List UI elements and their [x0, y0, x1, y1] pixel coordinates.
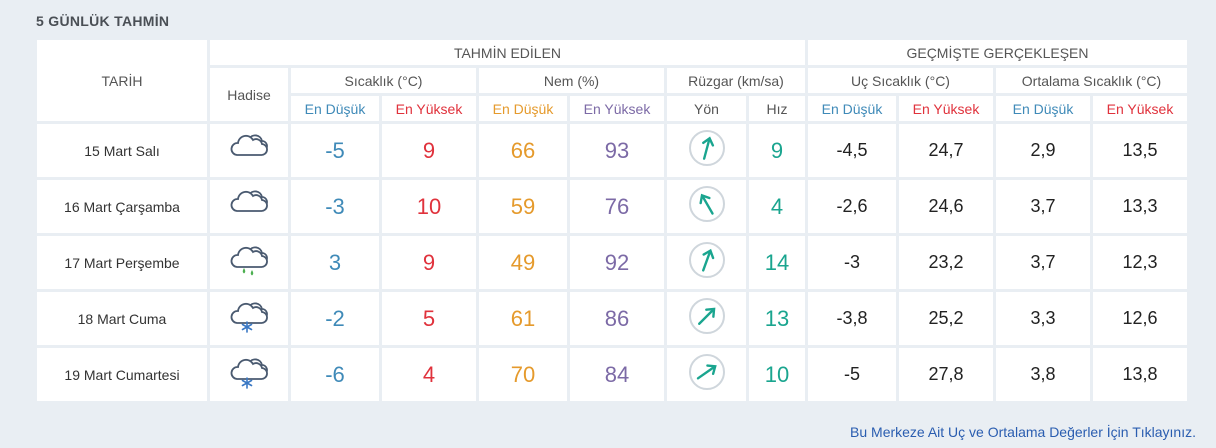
weather-cell — [210, 348, 288, 401]
temp-high: 5 — [382, 292, 476, 345]
header-ruzgar: Rüzgar (km/sa) — [667, 68, 805, 93]
weather-cell — [210, 124, 288, 177]
header-ortalama-en-dusuk: En Düşük — [996, 96, 1090, 121]
average-low: 3,3 — [996, 292, 1090, 345]
extreme-high: 24,6 — [899, 180, 993, 233]
wind-direction-cell — [667, 348, 746, 401]
snow-icon — [225, 297, 273, 340]
average-high: 13,5 — [1093, 124, 1187, 177]
forecast-table: TARİH TAHMİN EDİLEN GEÇMİŞTE GERÇEKLEŞEN… — [34, 37, 1190, 404]
header-nem: Nem (%) — [479, 68, 664, 93]
wind-direction-cell — [667, 124, 746, 177]
extreme-high: 25,2 — [899, 292, 993, 345]
temp-high: 9 — [382, 124, 476, 177]
temp-low: -6 — [291, 348, 379, 401]
wind-direction-icon — [687, 184, 727, 229]
row-date: 19 Mart Cumartesi — [37, 348, 207, 401]
temp-high: 10 — [382, 180, 476, 233]
snow-icon — [225, 353, 273, 396]
wind-speed: 14 — [749, 236, 805, 289]
wind-speed: 13 — [749, 292, 805, 345]
temp-high: 9 — [382, 236, 476, 289]
wind-direction-cell — [667, 292, 746, 345]
header-tahmin-edilen: TAHMİN EDİLEN — [210, 40, 805, 65]
header-tarih: TARİH — [37, 40, 207, 121]
average-high: 13,3 — [1093, 180, 1187, 233]
temp-low: -3 — [291, 180, 379, 233]
average-low: 3,7 — [996, 236, 1090, 289]
humidity-high: 76 — [570, 180, 664, 233]
wind-direction-cell — [667, 180, 746, 233]
humidity-low: 66 — [479, 124, 567, 177]
row-date: 17 Mart Perşembe — [37, 236, 207, 289]
temp-low: -2 — [291, 292, 379, 345]
header-ortalama-en-yuksek: En Yüksek — [1093, 96, 1187, 121]
temp-low: -5 — [291, 124, 379, 177]
extreme-high: 27,8 — [899, 348, 993, 401]
extreme-low: -3 — [808, 236, 896, 289]
extreme-low: -5 — [808, 348, 896, 401]
forecast-row: 15 Mart Salı -5 9 66 93 9 -4,5 24,7 2,9 13,5 — [37, 124, 1187, 177]
cloudy-icon — [225, 129, 273, 172]
extreme-low: -4,5 — [808, 124, 896, 177]
wind-speed: 9 — [749, 124, 805, 177]
section-title: 5 GÜNLÜK TAHMİN — [36, 13, 170, 29]
header-uc-en-yuksek: En Yüksek — [899, 96, 993, 121]
humidity-high: 86 — [570, 292, 664, 345]
wind-direction-icon — [687, 128, 727, 173]
extreme-high: 24,7 — [899, 124, 993, 177]
forecast-row: 19 Mart Cumartesi -6 4 70 84 10 -5 27,8 3,8 13,8 — [37, 348, 1187, 401]
humidity-high: 93 — [570, 124, 664, 177]
weather-cell — [210, 180, 288, 233]
humidity-low: 49 — [479, 236, 567, 289]
wind-direction-icon — [687, 352, 727, 397]
weather-cell — [210, 292, 288, 345]
row-date: 16 Mart Çarşamba — [37, 180, 207, 233]
wind-direction-icon — [687, 240, 727, 285]
header-sicaklik: Sıcaklık (°C) — [291, 68, 476, 93]
header-gecmiste: GEÇMİŞTE GERÇEKLEŞEN — [808, 40, 1187, 65]
temp-high: 4 — [382, 348, 476, 401]
row-date: 18 Mart Cuma — [37, 292, 207, 345]
header-uc-sicaklik: Uç Sıcaklık (°C) — [808, 68, 993, 93]
humidity-high: 84 — [570, 348, 664, 401]
wind-speed: 4 — [749, 180, 805, 233]
header-nem-en-dusuk: En Düşük — [479, 96, 567, 121]
forecast-row: 16 Mart Çarşamba -3 10 59 76 4 -2,6 24,6 3,7 13,3 — [37, 180, 1187, 233]
header-hadise: Hadise — [210, 68, 288, 121]
wind-speed: 10 — [749, 348, 805, 401]
extreme-high: 23,2 — [899, 236, 993, 289]
header-uc-en-dusuk: En Düşük — [808, 96, 896, 121]
average-high: 13,8 — [1093, 348, 1187, 401]
average-low: 2,9 — [996, 124, 1090, 177]
humidity-low: 70 — [479, 348, 567, 401]
weather-cell — [210, 236, 288, 289]
average-high: 12,6 — [1093, 292, 1187, 345]
header-nem-en-yuksek: En Yüksek — [570, 96, 664, 121]
humidity-high: 92 — [570, 236, 664, 289]
average-low: 3,8 — [996, 348, 1090, 401]
wind-direction-icon — [687, 296, 727, 341]
humidity-low: 61 — [479, 292, 567, 345]
rain-icon — [225, 241, 273, 284]
forecast-row: 18 Mart Cuma -2 5 61 86 13 -3,8 25,2 3,3 12,6 — [37, 292, 1187, 345]
extreme-low: -3,8 — [808, 292, 896, 345]
wind-direction-cell — [667, 236, 746, 289]
temp-low: 3 — [291, 236, 379, 289]
cloudy-icon — [225, 185, 273, 228]
forecast-row: 17 Mart Perşembe 3 9 49 92 14 -3 23,2 3,7 12,3 — [37, 236, 1187, 289]
average-high: 12,3 — [1093, 236, 1187, 289]
historical-values-link[interactable]: Bu Merkeze Ait Uç ve Ortalama Değerler İ… — [850, 424, 1196, 440]
header-sicaklik-en-dusuk: En Düşük — [291, 96, 379, 121]
header-hiz: Hız — [749, 96, 805, 121]
header-sicaklik-en-yuksek: En Yüksek — [382, 96, 476, 121]
header-ortalama-sicaklik: Ortalama Sıcaklık (°C) — [996, 68, 1187, 93]
humidity-low: 59 — [479, 180, 567, 233]
row-date: 15 Mart Salı — [37, 124, 207, 177]
header-yon: Yön — [667, 96, 746, 121]
extreme-low: -2,6 — [808, 180, 896, 233]
average-low: 3,7 — [996, 180, 1090, 233]
